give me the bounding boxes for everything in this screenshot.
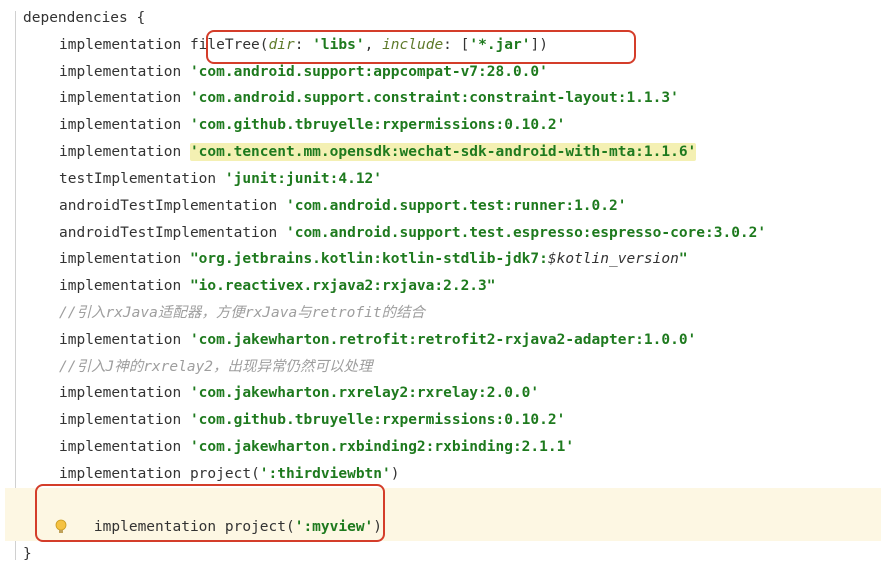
dependencies-open: dependencies {: [23, 5, 881, 32]
dep-line-project: implementation project(':thirdviewbtn'): [23, 461, 881, 488]
dep-line: implementation 'com.android.support.cons…: [23, 85, 881, 112]
dep-line: implementation 'com.android.support:appc…: [23, 59, 881, 86]
dep-line: testImplementation 'junit:junit:4.12': [23, 166, 881, 193]
fold-guide: [15, 11, 16, 560]
comment-line: //引入rxJava适配器，方便rxJava与retrofit的结合: [23, 300, 881, 327]
dep-line: implementation 'com.jakewharton.rxrelay2…: [23, 380, 881, 407]
dep-line-filetree: implementation fileTree(dir: 'libs', inc…: [23, 32, 881, 59]
dep-line: implementation 'com.jakewharton.rxbindin…: [23, 434, 881, 461]
dep-line-project-current: implementation project(':myview'): [5, 488, 881, 542]
dep-line: implementation 'com.jakewharton.retrofit…: [23, 327, 881, 354]
dep-line: implementation 'com.github.tbruyelle:rxp…: [23, 112, 881, 139]
code-block: dependencies { implementation fileTree(d…: [5, 5, 881, 568]
dep-line: androidTestImplementation 'com.android.s…: [23, 220, 881, 247]
comment-line: //引入J神的rxrelay2，出现异常仍然可以处理: [23, 354, 881, 381]
dep-line: implementation 'com.github.tbruyelle:rxp…: [23, 407, 881, 434]
dep-line: implementation "io.reactivex.rxjava2:rxj…: [23, 273, 881, 300]
dep-line: implementation "org.jetbrains.kotlin:kot…: [23, 246, 881, 273]
dep-line: implementation 'com.tencent.mm.opensdk:w…: [23, 139, 881, 166]
dependencies-close: }: [23, 541, 881, 568]
dep-line: androidTestImplementation 'com.android.s…: [23, 193, 881, 220]
lightbulb-icon[interactable]: [2, 492, 16, 510]
